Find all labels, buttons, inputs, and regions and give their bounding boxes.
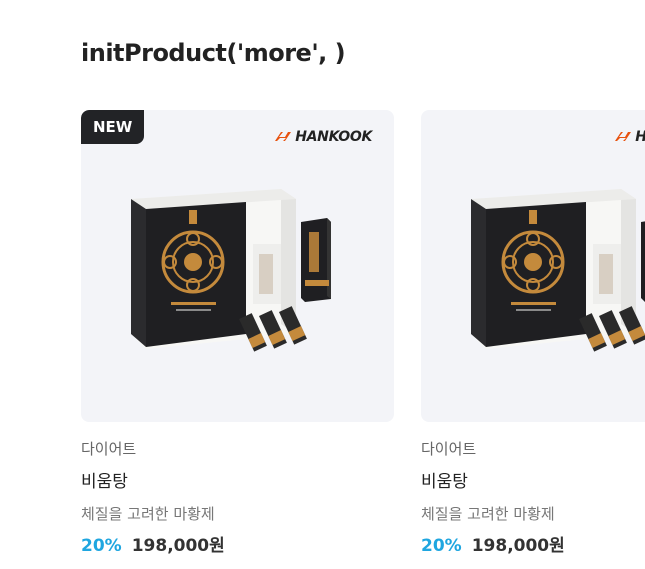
product-thumbnail[interactable]: HANKOOK bbox=[421, 110, 645, 422]
product-category: 다이어트 bbox=[421, 440, 477, 458]
price-row: 20% 198,000원 bbox=[421, 533, 645, 559]
discount-rate: 20% bbox=[81, 536, 122, 556]
price-row: 20% 198,000원 bbox=[81, 533, 394, 559]
brand-logo: HANKOOK bbox=[273, 129, 372, 145]
product-category: 다이어트 bbox=[81, 440, 137, 458]
hankook-mark-icon bbox=[615, 132, 632, 141]
product-list: NEW HANKOOK 다이어트 비움탕 체질을 고려한 마황제 20% 198… bbox=[81, 110, 645, 559]
brand-logo: HANKOOK bbox=[613, 129, 645, 145]
product-price: 198,000원 bbox=[131, 536, 225, 556]
discount-rate: 20% bbox=[421, 536, 462, 556]
product-image bbox=[471, 189, 645, 352]
brand-name: HANKOOK bbox=[295, 129, 372, 145]
product-description: 체질을 고려한 마황제 bbox=[81, 505, 215, 523]
product-description: 체질을 고려한 마황제 bbox=[421, 505, 555, 523]
product-thumbnail[interactable]: NEW HANKOOK bbox=[81, 110, 394, 422]
product-card[interactable]: HANKOOK bbox=[421, 110, 645, 559]
brand-name: HANKOOK bbox=[635, 129, 645, 145]
product-card[interactable]: NEW HANKOOK 다이어트 비움탕 체질을 고려한 마황제 20% 198… bbox=[81, 110, 394, 559]
product-name[interactable]: 비움탕 bbox=[81, 469, 394, 495]
new-badge: NEW bbox=[81, 110, 145, 144]
product-name[interactable]: 비움탕 bbox=[421, 469, 645, 495]
hankook-mark-icon bbox=[275, 132, 292, 141]
product-section: initProduct('more', ) NEW HANKOOK 다이어트 비… bbox=[0, 0, 645, 569]
product-price: 198,000원 bbox=[471, 536, 565, 556]
product-image bbox=[131, 189, 331, 352]
section-title: initProduct('more', ) bbox=[81, 39, 346, 67]
